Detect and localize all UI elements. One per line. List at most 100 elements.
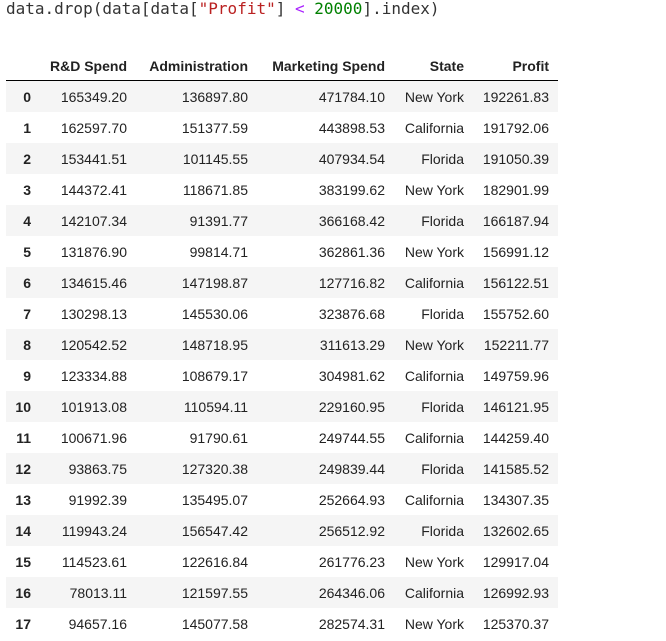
- table-row: 17 94657.16 145077.58 282574.31 New York 1253…: [6, 608, 558, 639]
- administration-cell: 108679.17: [181, 367, 248, 384]
- table-row: 1 162597.70 151377.59 443898.53 California 19…: [6, 112, 558, 143]
- table-row: 9 123334.88 108679.17 304981.62 California 14…: [6, 360, 558, 391]
- marketing-spend-cell: 252664.93: [318, 491, 385, 508]
- row-index: 4: [23, 212, 31, 229]
- table-row: 10 101913.08 110594.11 229160.95 Florida 1461…: [6, 391, 558, 422]
- state-cell: Florida: [421, 460, 464, 477]
- administration-cell: 145077.58: [181, 615, 248, 632]
- row-index: 8: [23, 336, 31, 353]
- rd-spend-cell: 94657.16: [68, 615, 127, 632]
- rd-spend-cell: 142107.34: [60, 212, 127, 229]
- profit-cell: 129917.04: [482, 553, 549, 570]
- marketing-spend-cell: 127716.82: [318, 274, 385, 291]
- profit-cell: 149759.96: [482, 367, 549, 384]
- administration-cell: 148718.95: [181, 336, 248, 353]
- profit-cell: 156122.51: [482, 274, 549, 291]
- state-cell: Florida: [421, 398, 464, 415]
- administration-cell: 118671.85: [182, 181, 248, 198]
- marketing-spend-cell: 362861.36: [318, 243, 385, 260]
- row-index: 10: [15, 398, 31, 415]
- row-index: 6: [23, 274, 31, 291]
- profit-cell: 141585.52: [482, 460, 549, 477]
- table-row: 8 120542.52 148718.95 311613.29 New York 1522…: [6, 329, 558, 360]
- row-index: 3: [23, 181, 31, 198]
- table-row: 7 130298.13 145530.06 323876.68 Florida 15575…: [6, 298, 558, 329]
- marketing-spend-cell: 323876.68: [318, 305, 385, 322]
- row-index: 11: [16, 429, 31, 446]
- marketing-spend-cell: 383199.62: [318, 181, 385, 198]
- row-index: 7: [23, 305, 31, 322]
- column-header-profit: Profit: [473, 51, 558, 81]
- table-row: 0 165349.20 136897.80 471784.10 New York 1922…: [6, 80, 558, 112]
- rd-spend-cell: 101913.08: [60, 398, 127, 415]
- rd-spend-cell: 120542.52: [60, 336, 127, 353]
- table-row: 12 93863.75 127320.38 249839.44 Florida 14158…: [6, 453, 558, 484]
- marketing-spend-cell: 249744.55: [318, 429, 385, 446]
- rd-spend-cell: 144372.41: [60, 181, 127, 198]
- state-cell: New York: [404, 615, 464, 632]
- state-cell: New York: [404, 336, 464, 353]
- column-header-state: State: [394, 51, 473, 81]
- table-row: 13 91992.39 135495.07 252664.93 California 13…: [6, 484, 558, 515]
- administration-cell: 121597.55: [181, 584, 248, 601]
- profit-cell: 132602.65: [482, 522, 549, 539]
- table-row: 15 114523.61 122616.84 261776.23 New York 129…: [6, 546, 558, 577]
- table-row: 6 134615.46 147198.87 127716.82 California 15…: [6, 267, 558, 298]
- rd-spend-cell: 130298.13: [60, 305, 127, 322]
- table-row: 2 153441.51 101145.55 407934.54 Florida 19105…: [6, 143, 558, 174]
- administration-cell: 151377.59: [181, 119, 248, 136]
- column-header-administration: Administration: [136, 51, 257, 81]
- rd-spend-cell: 119943.24: [61, 522, 127, 539]
- marketing-spend-cell: 311613.29: [319, 336, 385, 353]
- rd-spend-cell: 78013.11: [69, 584, 127, 601]
- row-index: 16: [15, 584, 31, 601]
- code-string-literal: "Profit": [198, 0, 276, 18]
- profit-cell: 155752.60: [482, 305, 549, 322]
- marketing-spend-cell: 282574.31: [318, 615, 385, 632]
- marketing-spend-cell: 256512.92: [318, 522, 385, 539]
- marketing-spend-cell: 407934.54: [318, 150, 385, 167]
- code-text: data.drop(data[data[: [6, 0, 199, 18]
- row-index: 9: [23, 367, 31, 384]
- profit-cell: 192261.83: [482, 88, 549, 105]
- profit-cell: 152211.77: [483, 336, 549, 353]
- rd-spend-cell: 162597.70: [60, 119, 127, 136]
- state-cell: California: [404, 119, 464, 136]
- state-cell: Florida: [421, 305, 464, 322]
- rd-spend-cell: 91992.39: [68, 491, 127, 508]
- row-index: 14: [15, 522, 31, 539]
- state-cell: New York: [404, 243, 464, 260]
- administration-cell: 145530.06: [181, 305, 248, 322]
- row-index: 17: [15, 615, 31, 632]
- profit-cell: 166187.94: [482, 212, 549, 229]
- administration-cell: 110594.11: [183, 398, 248, 415]
- administration-cell: 127320.38: [181, 460, 248, 477]
- table-row: 5 131876.90 99814.71 362861.36 New York 15699…: [6, 236, 558, 267]
- administration-cell: 147198.87: [181, 274, 248, 291]
- code-text: ].index): [362, 0, 440, 18]
- administration-cell: 122616.84: [181, 553, 248, 570]
- state-cell: New York: [404, 553, 464, 570]
- code-cell-input[interactable]: data.drop(data[data["Profit"] < 20000].i…: [6, 0, 440, 23]
- profit-cell: 191792.06: [482, 119, 549, 136]
- code-text: ]: [275, 0, 295, 18]
- rd-spend-cell: 123334.88: [60, 367, 127, 384]
- row-index: 15: [15, 553, 31, 570]
- rd-spend-cell: 93863.75: [68, 460, 127, 477]
- index-header: [6, 51, 40, 81]
- profit-cell: 146121.95: [482, 398, 549, 415]
- administration-cell: 99814.71: [189, 243, 248, 260]
- administration-cell: 101145.55: [182, 150, 248, 167]
- dataframe-table: R&D Spend Administration Marketing Spend…: [6, 51, 558, 639]
- state-cell: California: [404, 429, 464, 446]
- administration-cell: 136897.80: [181, 88, 248, 105]
- rd-spend-cell: 131876.90: [60, 243, 127, 260]
- code-number-literal: 20000: [314, 0, 363, 18]
- marketing-spend-cell: 304981.62: [318, 367, 385, 384]
- profit-cell: 125370.37: [482, 615, 549, 632]
- administration-cell: 135495.07: [181, 491, 248, 508]
- row-index: 12: [15, 460, 31, 477]
- dataframe-body: 0 165349.20 136897.80 471784.10 New York 1922…: [6, 80, 558, 639]
- row-index: 13: [15, 491, 31, 508]
